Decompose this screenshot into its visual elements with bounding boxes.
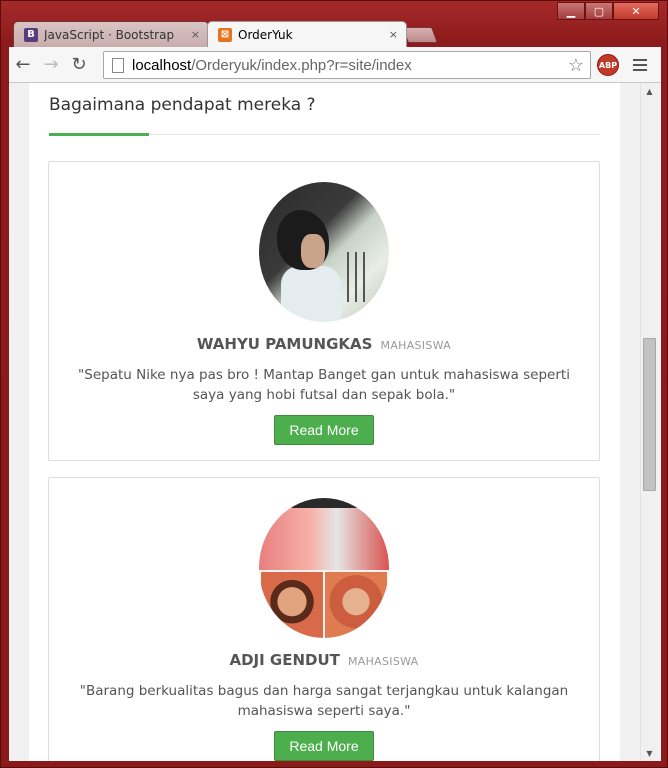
read-more-button[interactable]: Read More	[274, 731, 374, 761]
page-viewport: Bagaimana pendapat mereka ? WAHYU PAMUNG…	[9, 83, 661, 761]
photo-top-band	[259, 498, 389, 508]
section-accent-line	[49, 133, 149, 136]
testimonial-name: WAHYU PAMUNGKAS	[196, 335, 373, 353]
scroll-up-arrow-icon[interactable]: ▲	[641, 83, 658, 99]
group-photo	[259, 508, 389, 570]
tab-orderyuk[interactable]: ⊠ OrderYuk ×	[207, 21, 407, 47]
photo-right-portrait	[325, 572, 387, 638]
tab-strip: B JavaScript · Bootstrap × ⊠ OrderYuk ×	[13, 21, 473, 47]
page-icon	[112, 57, 124, 73]
testimonial-card: WAHYU PAMUNGKAS MAHASISWA "Sepatu Nike n…	[48, 161, 600, 461]
testimonial-quote: "Sepatu Nike nya pas bro ! Mantap Banget…	[78, 367, 570, 403]
section-title: Bagaimana pendapat mereka ?	[49, 95, 316, 115]
adblock-plus-icon[interactable]: ABP	[597, 54, 619, 76]
browser-window: ▁ ▢ ✕ B JavaScript · Bootstrap × ⊠ Order…	[0, 0, 668, 768]
menu-bar	[633, 59, 647, 61]
read-more-button[interactable]: Read More	[274, 415, 374, 445]
page-content: Bagaimana pendapat mereka ? WAHYU PAMUNG…	[29, 83, 620, 761]
reload-icon[interactable]: ↻	[65, 51, 93, 79]
tab-title: OrderYuk	[238, 27, 293, 42]
minimize-button[interactable]: ▁	[557, 2, 585, 20]
testimonial-name-line: WAHYU PAMUNGKAS MAHASISWA	[49, 334, 599, 353]
avatar-face	[301, 234, 325, 268]
scroll-down-arrow-icon[interactable]: ▼	[641, 745, 658, 761]
url-path: /Orderyuk/index.php?r=site/index	[191, 56, 412, 74]
avatar	[259, 182, 389, 322]
close-window-button[interactable]: ✕	[613, 2, 659, 20]
back-arrow-icon[interactable]: ←	[9, 51, 37, 79]
tab-close-icon[interactable]: ×	[191, 28, 200, 41]
testimonial-card: ADJI GENDUT MAHASISWA "Barang berkualita…	[48, 477, 600, 761]
testimonial-name: ADJI GENDUT	[229, 651, 340, 669]
menu-bar	[633, 64, 647, 66]
browser-menu-icon[interactable]	[627, 53, 653, 77]
section-header: Bagaimana pendapat mereka ?	[49, 93, 600, 136]
address-bar[interactable]: localhost/Orderyuk/index.php?r=site/inde…	[103, 51, 591, 79]
vertical-scrollbar[interactable]: ▲ ▼	[640, 83, 657, 761]
tab-bootstrap[interactable]: B JavaScript · Bootstrap ×	[13, 21, 209, 47]
testimonial-quote: "Barang berkualitas bagus dan harga sang…	[79, 683, 569, 719]
tab-title: JavaScript · Bootstrap	[44, 27, 175, 42]
testimonial-role: MAHASISWA	[380, 339, 452, 352]
browser-toolbar: ← → ↻ localhost/Orderyuk/index.php?r=sit…	[9, 47, 661, 83]
scroll-thumb[interactable]	[643, 338, 656, 491]
forward-arrow-icon[interactable]: →	[37, 51, 65, 79]
maximize-button[interactable]: ▢	[585, 2, 613, 20]
bookmark-star-icon[interactable]: ☆	[568, 55, 584, 76]
new-tab-button[interactable]	[402, 27, 438, 43]
avatar	[259, 498, 389, 638]
window-bars	[341, 252, 371, 302]
window-controls: ▁ ▢ ✕	[557, 2, 659, 20]
avatar-body	[281, 266, 341, 322]
tab-close-icon[interactable]: ×	[389, 28, 398, 41]
testimonial-name-line: ADJI GENDUT MAHASISWA	[49, 650, 599, 669]
menu-bar	[633, 69, 647, 71]
xampp-favicon-icon: ⊠	[218, 27, 232, 42]
bootstrap-favicon-icon: B	[24, 27, 38, 42]
photo-left-portrait	[261, 572, 323, 638]
testimonial-role: MAHASISWA	[347, 655, 419, 668]
url-host: localhost	[132, 56, 192, 74]
